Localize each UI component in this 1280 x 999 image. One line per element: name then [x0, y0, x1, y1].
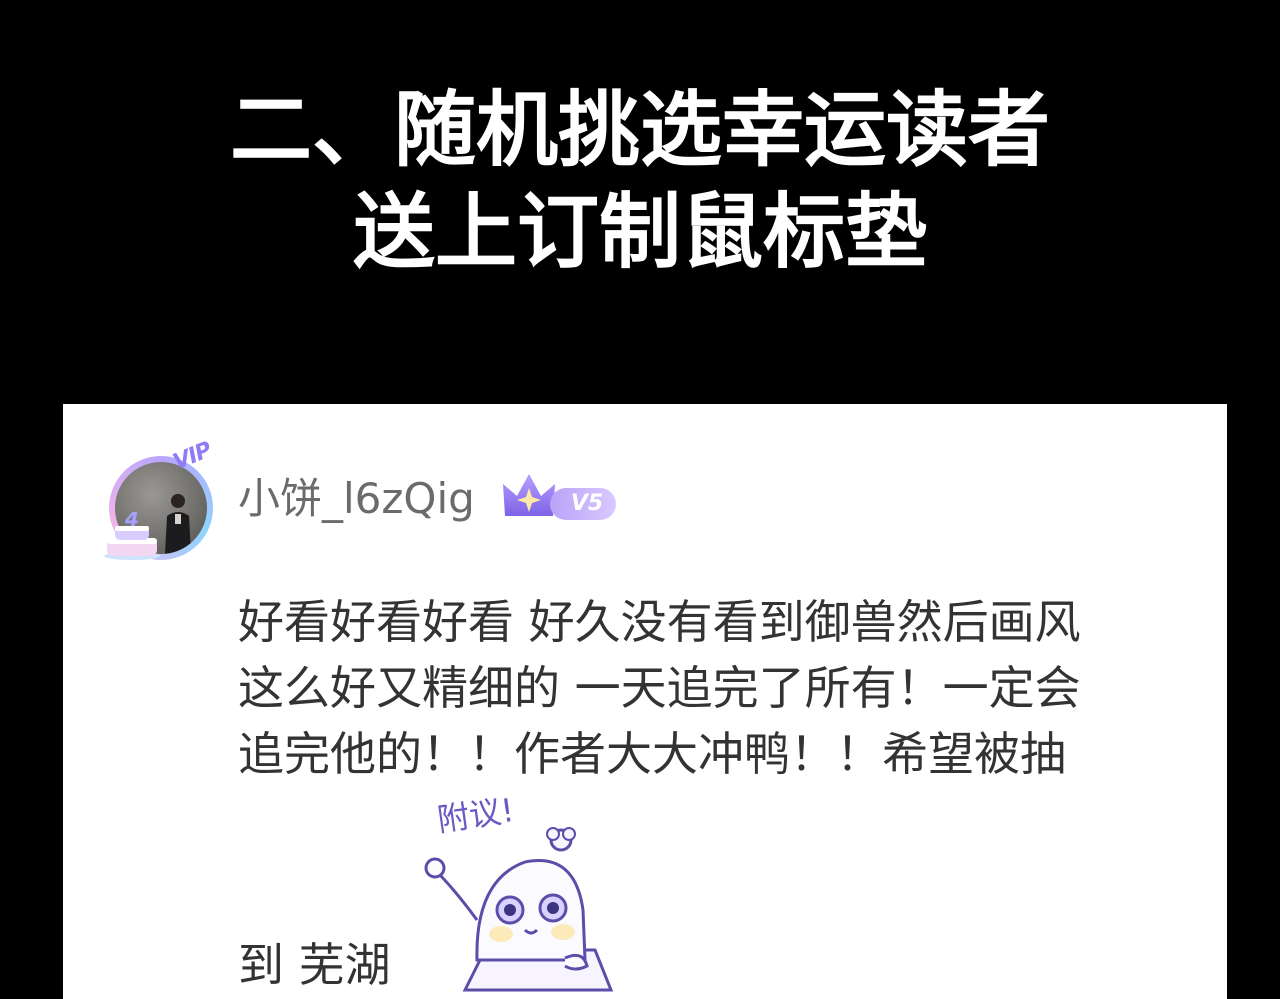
comment-trailing-text: 到 芜湖: [238, 938, 391, 992]
blob-mascot-icon: [424, 827, 614, 992]
avatar[interactable]: VIP 4: [103, 438, 223, 564]
comment-card: VIP 4 小饼_l6zQig V5 好看好看好看 好久没有看到御兽然后画风 这…: [63, 404, 1227, 999]
headline-line-1: 二、随机挑选幸运读者: [229, 83, 1050, 178]
comment-line: 这么好又精细的 一天追完了所有！一定会: [238, 661, 1081, 715]
avatar-badge-number: 4: [124, 512, 139, 531]
comment-line: 追完他的！！作者大大冲鸭！！希望被抽: [238, 727, 1066, 781]
headline: 二、随机挑选幸运读者 送上订制鼠标垫: [0, 80, 1280, 284]
level-badge: V5: [550, 488, 616, 520]
person-silhouette-icon: [165, 494, 191, 554]
comment-line: 好看好看好看 好久没有看到御兽然后画风: [238, 595, 1081, 649]
sticker-image: 附议!: [415, 790, 615, 999]
username[interactable]: 小饼_l6zQig: [238, 474, 475, 524]
birthday-cake-icon: 4: [104, 512, 160, 560]
comment-body: 好看好看好看 好久没有看到御兽然后画风 这么好又精细的 一天追完了所有！一定会 …: [238, 589, 1218, 787]
headline-line-2: 送上订制鼠标垫: [352, 185, 927, 280]
vip-crown-icon: [503, 474, 555, 516]
vip-frame-tag: VIP: [169, 437, 215, 476]
